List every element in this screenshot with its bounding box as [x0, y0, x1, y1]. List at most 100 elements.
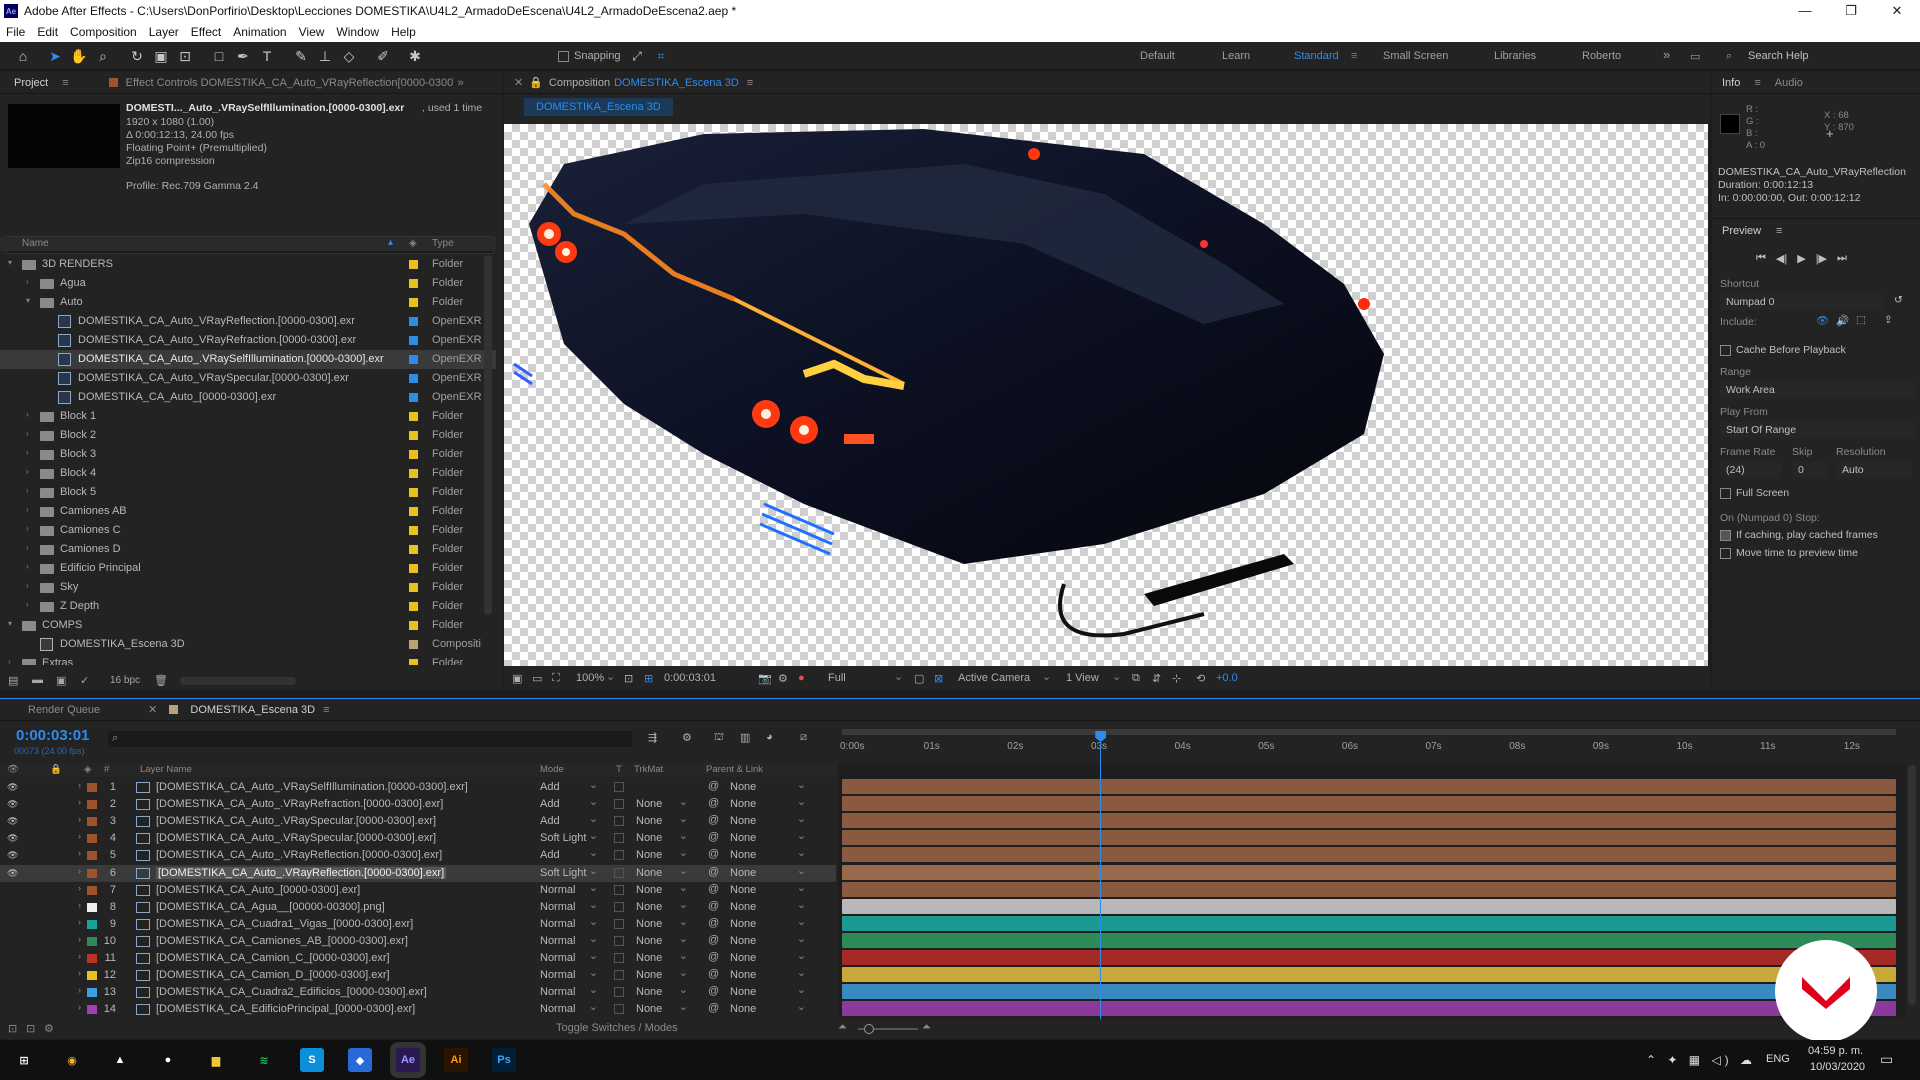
draft-3d-icon[interactable]: ⚙	[682, 731, 692, 744]
grid-icon[interactable]: ⊞	[644, 672, 653, 685]
label-swatch[interactable]	[409, 260, 418, 269]
blend-mode-dropdown[interactable]: Soft Light	[540, 864, 602, 879]
preserve-transparency-checkbox[interactable]	[614, 1004, 624, 1015]
in-out-icon[interactable]: ⚙	[44, 1022, 54, 1035]
blend-mode-dropdown[interactable]: Normal	[540, 983, 602, 998]
preserve-transparency-checkbox[interactable]	[614, 833, 624, 844]
system-tray-icons[interactable]: ⌃ ✦ ▦ ◁) ☁	[1646, 1053, 1756, 1067]
panel-menu-icon[interactable]: ≡	[1776, 225, 1782, 237]
layer-duration-bar[interactable]	[842, 932, 1896, 948]
timeline-scrollbar[interactable]	[1908, 765, 1916, 1005]
region-of-interest-icon[interactable]: ▢	[914, 672, 924, 685]
after-effects-icon[interactable]: Ae	[396, 1048, 420, 1072]
project-hscrollbar[interactable]	[180, 677, 296, 685]
parent-dropdown[interactable]: None	[730, 846, 810, 861]
label-swatch[interactable]	[409, 450, 418, 459]
parent-dropdown[interactable]: None	[730, 966, 810, 981]
label-col-icon[interactable]: ◈	[409, 238, 417, 249]
folder-item[interactable]: › Block 2 Folder	[0, 426, 496, 445]
parent-dropdown[interactable]: None	[730, 829, 810, 844]
pickwhip-icon[interactable]: @	[708, 848, 719, 860]
folder-item[interactable]: › Block 5 Folder	[0, 483, 496, 502]
type-tool-icon[interactable]: T	[258, 47, 276, 65]
visibility-toggle[interactable]	[7, 1004, 18, 1013]
resolution-dropdown[interactable]: Full	[828, 672, 846, 684]
label-swatch[interactable]	[409, 659, 418, 665]
menu-effect[interactable]: Effect	[185, 25, 227, 39]
folder-item[interactable]: ▾ Auto Folder	[0, 293, 496, 312]
pickwhip-icon[interactable]: @	[708, 814, 719, 826]
chrome-icon[interactable]: ◉	[60, 1048, 84, 1072]
pickwhip-icon[interactable]: @	[708, 883, 719, 895]
selection-tool-icon[interactable]: ➤	[46, 47, 64, 65]
tab-project[interactable]: Project	[0, 77, 58, 89]
parent-dropdown[interactable]: None	[730, 949, 810, 964]
illustrator-icon[interactable]: Ai	[444, 1048, 468, 1072]
layer-row[interactable]: 👁 › 1 [DOMESTIKA_CA_Auto_.VRaySelfIlluminat…	[0, 779, 836, 796]
preserve-transparency-checkbox[interactable]	[614, 867, 624, 878]
first-frame-button[interactable]: ⏮	[1756, 252, 1766, 265]
layer-label-swatch[interactable]	[87, 800, 97, 810]
preserve-transparency-checkbox[interactable]	[614, 884, 624, 895]
snapshot-region-icon[interactable]: ▣	[512, 672, 522, 685]
layer-row[interactable]: › 12 [DOMESTIKA_CA_Camion_D_[0000-0300].ex…	[0, 966, 836, 984]
folder-item[interactable]: ▾ COMPS Folder	[0, 616, 496, 635]
clock-date[interactable]: 10/03/2020	[1810, 1061, 1865, 1073]
camera-snapshot-icon[interactable]: 📷	[758, 672, 772, 685]
disclosure-collapsed-icon[interactable]: ›	[26, 448, 36, 457]
blend-mode-dropdown[interactable]: Add	[540, 846, 602, 861]
composition-tab-prefix[interactable]: Composition	[549, 77, 614, 89]
folder-item[interactable]: › Camiones D Folder	[0, 540, 496, 559]
disclosure-collapsed-icon[interactable]: ›	[26, 467, 36, 476]
footage-item[interactable]: DOMESTIKA_CA_Auto_.VRaySelfIllumination.…	[0, 350, 496, 369]
parent-dropdown[interactable]: None	[730, 881, 810, 896]
col-trkmat[interactable]: TrkMat	[634, 764, 663, 775]
layer-row[interactable]: 👁 › 5 [DOMESTIKA_CA_Auto_.VRayReflection.[0…	[0, 846, 836, 864]
range-dropdown[interactable]: Work Area	[1720, 382, 1916, 398]
expand-layer-icon[interactable]: ›	[78, 866, 81, 876]
visibility-toggle[interactable]	[7, 970, 18, 979]
move-time-checkbox[interactable]	[1720, 548, 1731, 559]
pickwhip-icon[interactable]: @	[708, 780, 719, 792]
visibility-eye-icon[interactable]: 👁	[7, 782, 18, 792]
preserve-transparency-checkbox[interactable]	[614, 901, 624, 912]
layer-row[interactable]: › 10 [DOMESTIKA_CA_Camiones_AB_[0000-0300]…	[0, 932, 836, 950]
zoom-in-icon[interactable]: ⏶	[922, 1021, 931, 1034]
transparency-grid-icon[interactable]: ⊠	[934, 672, 943, 685]
new-folder-icon[interactable]: ▬	[32, 674, 43, 686]
layer-name[interactable]: [DOMESTIKA_CA_Auto_.VRaySpecular.[0000-0…	[156, 832, 436, 844]
pickwhip-icon[interactable]: @	[708, 951, 719, 963]
label-swatch[interactable]	[409, 412, 418, 421]
track-matte-dropdown[interactable]: None	[636, 795, 692, 810]
blend-mode-dropdown[interactable]: Soft Light	[540, 829, 602, 844]
previous-frame-button[interactable]: ◀|	[1776, 252, 1787, 265]
layer-name[interactable]: [DOMESTIKA_CA_Auto_.VRayReflection.[0000…	[156, 849, 442, 861]
menu-layer[interactable]: Layer	[143, 25, 185, 39]
blend-mode-dropdown[interactable]: Normal	[540, 881, 602, 896]
cache-before-playback-checkbox[interactable]	[1720, 345, 1731, 356]
footage-item[interactable]: DOMESTIKA_CA_Auto_VRayReflection.[0000-0…	[0, 312, 496, 331]
composition-tab-name[interactable]: DOMESTIKA_Escena 3D	[614, 77, 739, 89]
layer-name[interactable]: [DOMESTIKA_CA_Auto_.VRayReflection.[0000…	[156, 866, 447, 879]
pickwhip-icon[interactable]: @	[708, 917, 719, 929]
label-swatch[interactable]	[409, 298, 418, 307]
panel-menu-icon[interactable]: ≡	[739, 77, 761, 89]
disclosure-expanded-icon[interactable]: ▾	[8, 258, 18, 267]
close-tab-icon[interactable]: ✕	[110, 703, 161, 716]
zoom-dropdown[interactable]: 100%	[576, 672, 604, 684]
layer-name[interactable]: [DOMESTIKA_CA_Auto_.VRayRefraction.[0000…	[156, 798, 443, 810]
skype-icon[interactable]: S	[300, 1048, 324, 1072]
folder-item[interactable]: › Block 3 Folder	[0, 445, 496, 464]
layer-duration-bar[interactable]	[842, 915, 1896, 931]
label-swatch[interactable]	[409, 526, 418, 535]
close-button[interactable]: ✕	[1874, 0, 1920, 22]
label-swatch[interactable]	[409, 279, 418, 288]
render-settings-icon[interactable]: ✓	[80, 674, 89, 687]
footage-item[interactable]: DOMESTIKA_CA_Auto_VRaySpecular.[0000-030…	[0, 369, 496, 388]
track-matte-dropdown[interactable]: None	[636, 915, 692, 930]
shortcut-dropdown[interactable]: Numpad 0	[1720, 294, 1884, 310]
explorer-icon[interactable]: ▆	[204, 1048, 228, 1072]
label-swatch[interactable]	[409, 336, 418, 345]
timeline-timecode[interactable]: 0:00:03:01	[16, 727, 89, 744]
col-type[interactable]: Type	[432, 238, 454, 249]
